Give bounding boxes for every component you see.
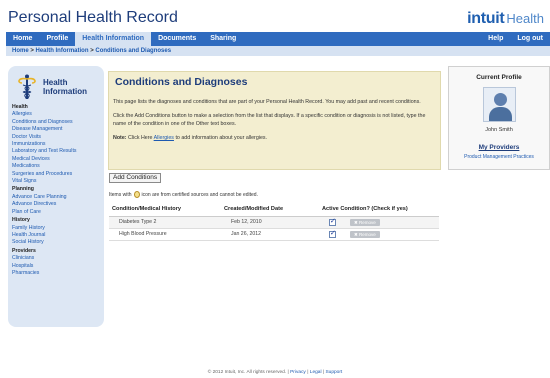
legal-link[interactable]: Legal (310, 370, 322, 375)
profile-name: John Smith (485, 127, 513, 133)
support-link[interactable]: Support (325, 370, 342, 375)
sidebar-item-medical-devices[interactable]: Medical Devices (12, 156, 100, 163)
avatar-body (489, 107, 512, 121)
sidebar-section-history: History (12, 217, 30, 224)
logout-link[interactable]: Log out (510, 32, 550, 46)
footer-sep: | (287, 370, 289, 375)
intro-paragraph-2: Click the Add Conditions button to make … (113, 113, 426, 127)
active-checkbox[interactable] (329, 217, 336, 226)
help-link[interactable]: Help (481, 32, 510, 46)
breadcrumb-sep: > (28, 48, 36, 54)
intuit-logo[interactable]: intuit Health (467, 10, 544, 28)
sidebar-item-advance-directives[interactable]: Advance Directives (12, 201, 100, 208)
tab-sharing[interactable]: Sharing (203, 32, 243, 46)
sidebar-title: Health Information (43, 78, 87, 96)
sidebar-item-doctor-visits[interactable]: Doctor Visits (12, 134, 100, 141)
sidebar-item-health-journal[interactable]: Health Journal (12, 232, 100, 239)
footer: © 2012 Intuit, Inc. All rights reserved.… (0, 370, 550, 375)
intro-paragraph-1: This page lists the diagnoses and condit… (113, 99, 421, 105)
sidebar-title-line2: Information (43, 87, 87, 96)
remove-button[interactable]: ✖ Remove (350, 218, 380, 226)
top-nav: Home Profile Health Information Document… (6, 32, 550, 46)
caduceus-icon (16, 74, 38, 100)
tab-profile[interactable]: Profile (39, 32, 75, 46)
sidebar-item-surgeries[interactable]: Surgeries and Procedures (12, 171, 100, 178)
provider-link[interactable]: Product Management Practices (448, 154, 550, 160)
sidebar-item-plan-of-care[interactable]: Plan of Care (12, 209, 100, 216)
profile-title: Current Profile (476, 74, 522, 81)
cert-note-suffix: icon are from certified sources and cann… (141, 191, 258, 198)
cert-note-prefix: Items with (109, 191, 132, 198)
allergies-link[interactable]: Allergies (154, 135, 174, 141)
sidebar-item-vital-signs[interactable]: Vital Signs (12, 178, 100, 185)
sidebar-item-disease-management[interactable]: Disease Management (12, 126, 100, 133)
copyright: © 2012 Intuit, Inc. All rights reserved. (207, 370, 287, 375)
footer-sep: | (307, 370, 309, 375)
note-suffix: to add information about your allergies. (173, 135, 268, 141)
conditions-table: Condition/Medical History Created/Modifi… (109, 202, 439, 241)
add-conditions-button[interactable]: Add Conditions (109, 173, 162, 183)
sidebar-item-conditions[interactable]: Conditions and Diagnoses (12, 119, 100, 126)
condition-name: High Blood Pressure (109, 228, 221, 241)
sidebar-item-immunizations[interactable]: Immunizations (12, 141, 100, 148)
tab-documents[interactable]: Documents (151, 32, 203, 46)
sidebar-item-hospitals[interactable]: Hospitals (12, 263, 100, 270)
sidebar-title-line1: Health (43, 78, 68, 87)
privacy-link[interactable]: Privacy (290, 370, 306, 375)
app-title: Personal Health Record (8, 9, 178, 26)
remove-label: Remove (359, 219, 376, 225)
page-title: Conditions and Diagnoses (115, 76, 248, 88)
certified-note: Items with icon are from certified sourc… (109, 191, 258, 198)
sidebar-item-social-history[interactable]: Social History (12, 239, 100, 246)
breadcrumb: Home > Health Information > Conditions a… (6, 46, 550, 56)
sidebar-item-allergies[interactable]: Allergies (12, 111, 100, 118)
intro-text: This page lists the diagnoses and condit… (113, 98, 435, 148)
col-date: Created/Modified Date (221, 202, 319, 217)
active-cell: ✖ Remove (319, 228, 439, 241)
tab-home[interactable]: Home (6, 32, 39, 46)
footer-sep: | (322, 370, 325, 375)
condition-date: Feb 12, 2010 (221, 216, 319, 229)
table-row: High Blood Pressure Jan 26, 2012 ✖ Remov… (109, 228, 439, 241)
remove-label: Remove (359, 231, 376, 237)
col-active: Active Condition? (Check if yes) (319, 202, 439, 217)
sidebar-item-medications[interactable]: Medications (12, 163, 100, 170)
table-row: Diabetes Type 2 Feb 12, 2010 ✖ Remove (109, 216, 439, 229)
avatar[interactable] (483, 87, 516, 122)
intro-note: Note: Click Here Allergies to add inform… (113, 134, 435, 142)
condition-date: Jan 26, 2012 (221, 228, 319, 241)
sidebar-section-health: Health (12, 104, 28, 110)
sidebar-item-advance-care[interactable]: Advance Care Planning (12, 194, 100, 201)
note-text: Click Here (126, 135, 154, 141)
condition-name: Diabetes Type 2 (109, 216, 221, 229)
sidebar-section-providers: Providers (12, 247, 36, 254)
breadcrumb-home[interactable]: Home (12, 48, 29, 54)
table-header-row: Condition/Medical History Created/Modifi… (109, 202, 439, 217)
avatar-head (494, 93, 507, 106)
breadcrumb-current[interactable]: Conditions and Diagnoses (95, 48, 171, 54)
sidebar: Health Information Health Allergies Cond… (8, 66, 104, 327)
brand-name: intuit (467, 10, 505, 27)
sidebar-item-lab-results[interactable]: Laboratory and Test Results (12, 148, 100, 155)
sidebar-header: Health Information (12, 74, 100, 100)
sidebar-section-planning: Planning (12, 186, 34, 193)
brand-product: Health (506, 11, 544, 26)
col-condition: Condition/Medical History (109, 202, 221, 217)
my-providers-link[interactable]: My Providers (448, 144, 550, 151)
active-checkbox[interactable] (329, 229, 336, 238)
certified-source-icon (133, 191, 140, 198)
sidebar-item-family-history[interactable]: Family History (12, 225, 100, 232)
note-label: Note: (113, 135, 127, 141)
breadcrumb-health-info[interactable]: Health Information (36, 48, 89, 54)
sidebar-item-clinicians[interactable]: Clinicians (12, 255, 100, 262)
active-cell: ✖ Remove (319, 216, 439, 229)
remove-button[interactable]: ✖ Remove (350, 230, 380, 238)
tab-health-information[interactable]: Health Information (75, 32, 152, 46)
sidebar-item-pharmacies[interactable]: Pharmacies (12, 270, 100, 277)
